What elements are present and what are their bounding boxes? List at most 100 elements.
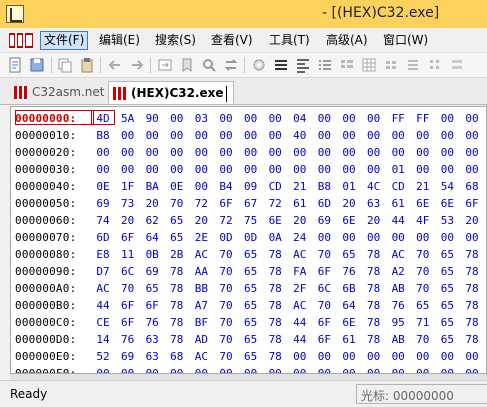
hex-byte[interactable]: 20: [290, 212, 310, 229]
hex-byte[interactable]: 00: [314, 348, 334, 365]
hex-byte[interactable]: 5A: [118, 110, 138, 127]
hex-byte[interactable]: 00: [167, 127, 187, 144]
hex-byte[interactable]: 76: [339, 263, 359, 280]
hex-byte[interactable]: 78: [265, 348, 285, 365]
hex-byte[interactable]: 6D: [314, 195, 334, 212]
hex-byte[interactable]: 6F: [314, 263, 334, 280]
hex-byte[interactable]: 78: [167, 314, 187, 331]
hex-byte[interactable]: 40: [290, 127, 310, 144]
hex-byte[interactable]: 00: [437, 110, 457, 127]
hex-byte[interactable]: 70: [216, 348, 236, 365]
hex-byte[interactable]: 00: [462, 161, 482, 178]
hex-byte[interactable]: 00: [265, 127, 285, 144]
hex-byte[interactable]: 00: [142, 144, 162, 161]
hex-byte[interactable]: 00: [191, 144, 211, 161]
hex-byte[interactable]: 65: [339, 246, 359, 263]
hex-byte[interactable]: 00: [413, 127, 433, 144]
hex-byte[interactable]: 65: [437, 280, 457, 297]
hex-byte[interactable]: 78: [167, 297, 187, 314]
hex-byte[interactable]: 54: [437, 178, 457, 195]
hex-byte[interactable]: 2E: [191, 229, 211, 246]
hex-byte[interactable]: 78: [364, 263, 384, 280]
hex-byte[interactable]: 00: [191, 161, 211, 178]
hex-row[interactable]: 00000070: 6D 6F 64 65 2E 0D 0D 0A 24 00 00 00 00 00 00 0…: [11, 229, 486, 246]
hex-byte[interactable]: 00: [339, 365, 359, 373]
hex-byte[interactable]: 78: [364, 331, 384, 348]
hex-byte[interactable]: 70: [413, 280, 433, 297]
hex-byte[interactable]: 65: [241, 331, 261, 348]
hex-byte[interactable]: 95: [388, 314, 408, 331]
hex-byte[interactable]: 78: [462, 331, 482, 348]
hex-byte[interactable]: 65: [241, 314, 261, 331]
hex-byte[interactable]: 4F: [413, 212, 433, 229]
hex-view[interactable]: 00000000: 4D 5A 90 00 03 00 00 00 04 00 00 00 FF FF 00 0…: [10, 106, 487, 374]
hex-byte[interactable]: 00: [191, 178, 211, 195]
hex-byte[interactable]: 70: [216, 280, 236, 297]
hex-byte[interactable]: 65: [437, 263, 457, 280]
hex-byte[interactable]: 78: [364, 280, 384, 297]
hex-byte[interactable]: FF: [388, 110, 408, 127]
hex-byte[interactable]: 63: [142, 348, 162, 365]
hex-byte[interactable]: 78: [364, 246, 384, 263]
hex-byte[interactable]: 4C: [364, 178, 384, 195]
hex-byte[interactable]: 65: [241, 246, 261, 263]
hex-byte[interactable]: 0D: [216, 229, 236, 246]
hex-byte[interactable]: 00: [364, 161, 384, 178]
hex-byte[interactable]: 00: [462, 229, 482, 246]
hex-row[interactable]: 00000010: B8 00 00 00 00 00 00 00 40 00 00 00 00 00 00 0…: [11, 127, 486, 144]
hex-byte[interactable]: 70: [118, 280, 138, 297]
hex-byte[interactable]: 73: [118, 195, 138, 212]
hex-byte[interactable]: 20: [118, 212, 138, 229]
menu-file[interactable]: 文件(F): [40, 31, 89, 50]
hex-byte[interactable]: 65: [241, 348, 261, 365]
hex-byte[interactable]: 78: [167, 263, 187, 280]
hex-byte[interactable]: 00: [290, 144, 310, 161]
hex-byte[interactable]: 6E: [265, 212, 285, 229]
hex-byte[interactable]: 00: [388, 348, 408, 365]
hex-byte[interactable]: 00: [167, 110, 187, 127]
hex-byte[interactable]: 67: [241, 195, 261, 212]
hex-byte[interactable]: 00: [290, 348, 310, 365]
hex-byte[interactable]: 00: [241, 161, 261, 178]
hex-byte[interactable]: 70: [314, 246, 334, 263]
grid-icon[interactable]: [338, 56, 356, 74]
hex-byte[interactable]: 44: [290, 314, 310, 331]
hex-byte[interactable]: 00: [290, 161, 310, 178]
hex-byte[interactable]: 72: [191, 195, 211, 212]
find-icon[interactable]: [200, 56, 218, 74]
hex-byte[interactable]: 00: [93, 144, 113, 161]
hex-byte[interactable]: 68: [462, 178, 482, 195]
menu-tools[interactable]: 工具(T): [266, 31, 313, 50]
hex-byte[interactable]: 00: [364, 127, 384, 144]
hex-byte[interactable]: 00: [364, 365, 384, 373]
hex-byte[interactable]: 00: [265, 365, 285, 373]
hex-byte[interactable]: 00: [339, 229, 359, 246]
hex-byte[interactable]: 00: [142, 127, 162, 144]
hex-byte[interactable]: 00: [118, 127, 138, 144]
replace-icon[interactable]: [222, 56, 240, 74]
hex-byte[interactable]: 14: [93, 331, 113, 348]
hex-byte[interactable]: 6F: [118, 229, 138, 246]
hex-byte[interactable]: 00: [388, 229, 408, 246]
hex-byte[interactable]: 03: [191, 110, 211, 127]
hex-byte[interactable]: AA: [191, 263, 211, 280]
hex-byte[interactable]: 64: [339, 297, 359, 314]
hex-byte[interactable]: 24: [290, 229, 310, 246]
hex-byte[interactable]: AB: [388, 280, 408, 297]
hex-byte[interactable]: AC: [290, 297, 310, 314]
menu-search[interactable]: 搜索(S): [152, 31, 199, 50]
hex-byte[interactable]: FA: [290, 263, 310, 280]
hex-byte[interactable]: 69: [93, 195, 113, 212]
hex-byte[interactable]: 00: [167, 144, 187, 161]
hex-byte[interactable]: 00: [216, 144, 236, 161]
hex-byte[interactable]: 00: [167, 365, 187, 373]
hex-byte[interactable]: 69: [142, 263, 162, 280]
hex-byte[interactable]: 70: [216, 331, 236, 348]
hex-byte[interactable]: 78: [265, 263, 285, 280]
hex-byte[interactable]: 00: [364, 110, 384, 127]
hex-byte[interactable]: 61: [388, 195, 408, 212]
menu-view[interactable]: 查看(V): [208, 31, 256, 50]
hex-byte[interactable]: 00: [314, 144, 334, 161]
hex-byte[interactable]: 00: [93, 365, 113, 373]
settings-icon[interactable]: [250, 56, 268, 74]
